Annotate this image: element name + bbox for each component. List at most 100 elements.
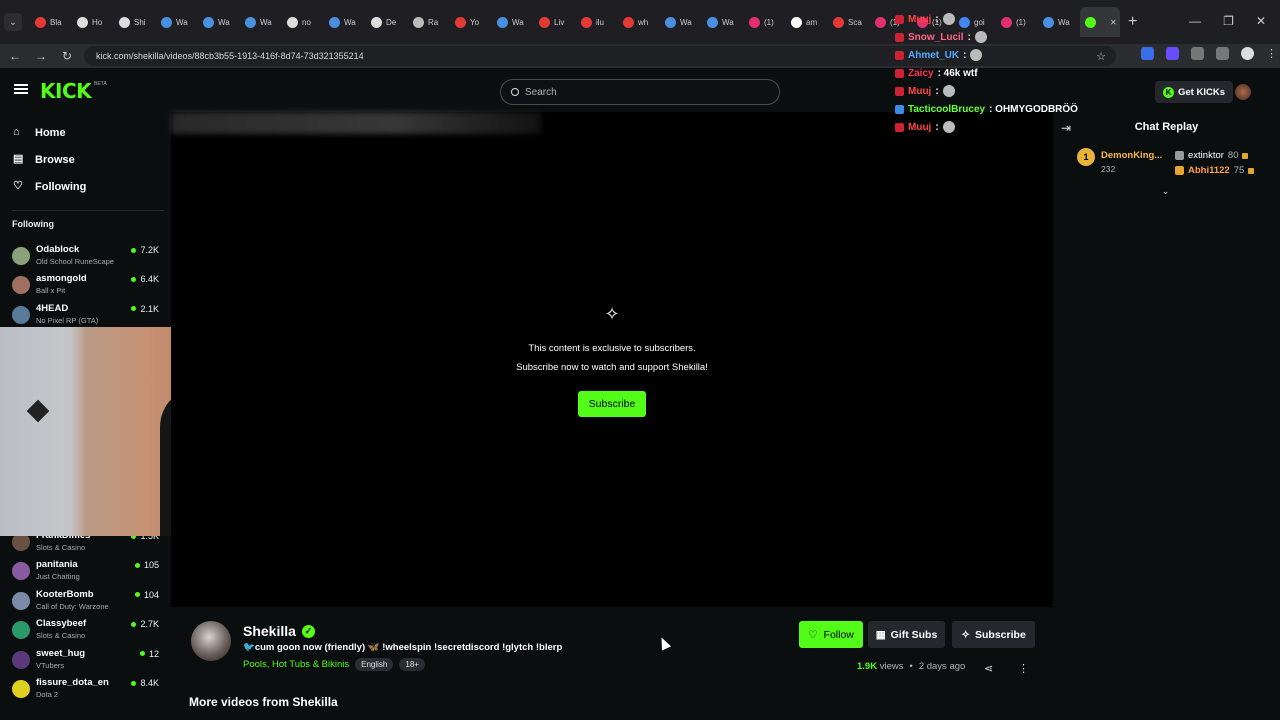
tab-label: Yo (470, 17, 480, 27)
nav-browse[interactable]: ▤ Browse (0, 146, 170, 173)
following-channel[interactable]: panitania Just Chatting 105 (0, 557, 170, 586)
close-window-button[interactable]: ✕ (1256, 14, 1266, 28)
extension-shield-icon[interactable] (1166, 47, 1179, 60)
subscribe-button[interactable]: ✧ Subscribe (952, 621, 1035, 648)
leaderboard-top-value: 232 (1101, 164, 1116, 174)
browser-tab[interactable]: wh (618, 7, 660, 37)
channel-name: Odablock (36, 244, 80, 255)
forward-icon[interactable]: → (30, 49, 52, 63)
extensions-puzzle-icon[interactable] (1191, 47, 1204, 60)
browser-tab[interactable]: (1) (744, 7, 786, 37)
kicks-coin-icon: K (1163, 86, 1174, 98)
kick-logo[interactable]: KICK (40, 79, 92, 103)
video-player[interactable]: ✧ This content is exclusive to subscribe… (171, 112, 1053, 607)
following-channel[interactable]: KooterBomb Call of Duty: Warzone 104 (0, 587, 170, 616)
follow-button[interactable]: ♡ Follow (799, 621, 863, 648)
nav-home[interactable]: ⌂ Home (0, 119, 170, 146)
hamburger-menu-icon[interactable] (14, 84, 28, 94)
following-channel[interactable]: asmongold Ball x Pit 6.4K (0, 271, 170, 300)
tab-favicon-icon (119, 16, 130, 28)
tab-favicon-icon (707, 16, 718, 28)
sparkle-icon: ✧ (961, 628, 971, 641)
browser-tab[interactable]: no (282, 7, 324, 37)
exclusive-message-line2: Subscribe now to watch and support Sheki… (516, 362, 708, 373)
viewer-count: 8.4K (131, 678, 159, 688)
tab-favicon-icon (581, 16, 592, 28)
webcam-shade (0, 327, 80, 536)
following-channel[interactable]: sweet_hug VTubers 12 (0, 646, 170, 675)
chat-badge-icon (895, 50, 904, 60)
extension-icon[interactable] (1141, 47, 1154, 60)
browser-tab[interactable]: Shi (114, 7, 156, 37)
tab-label: (1) (764, 17, 774, 27)
reload-icon[interactable]: ↻ (56, 49, 78, 63)
channel-category: Call of Duty: Warzone (36, 601, 109, 611)
browser-tab[interactable]: ilu (576, 7, 618, 37)
tab-favicon-icon (623, 16, 634, 28)
tab-favicon-icon (791, 16, 802, 28)
nav-following[interactable]: ♡ Following (0, 173, 170, 200)
browser-tab[interactable]: Ra (408, 7, 450, 37)
restore-button[interactable]: ❐ (1223, 14, 1234, 28)
chat-badge-icon (895, 32, 904, 42)
channel-name[interactable]: Shekilla (243, 623, 296, 639)
browser-tab[interactable]: Wa (702, 7, 744, 37)
back-icon[interactable]: ← (4, 49, 26, 63)
leaderboard-entry[interactable]: extinktor 80 (1175, 150, 1249, 161)
follow-label: Follow (823, 628, 854, 641)
leaderboard-entry[interactable]: Abhi1122 75 (1175, 165, 1255, 176)
following-channel[interactable]: Odablock Old School RuneScape 7.2K (0, 242, 170, 271)
chat-text: : OHMYGODBRÖÖ (989, 103, 1078, 115)
channel-avatar (12, 680, 30, 698)
browser-tab[interactable]: Sca (828, 7, 870, 37)
following-channel[interactable]: Classybeef Slots & Casino 2.7K (0, 616, 170, 645)
channel-category: Just Chatting (36, 572, 80, 582)
following-channel[interactable]: fissure_dota_en Dota 2 8.4K (0, 675, 170, 704)
url-text[interactable]: kick.com/shekilla/videos/88cb3b55-1913-4… (96, 51, 364, 61)
player-subscribe-button[interactable]: Subscribe (578, 391, 646, 417)
get-kicks-button[interactable]: K Get KICKs (1155, 81, 1233, 103)
browser-tab[interactable]: Wa (492, 7, 534, 37)
chat-badge-icon (895, 14, 904, 24)
browser-menu-icon[interactable]: ⋮ (1266, 47, 1277, 60)
browser-tab[interactable]: Wa (198, 7, 240, 37)
tab-label: no (302, 17, 311, 27)
browser-tab[interactable]: Wa (660, 7, 702, 37)
tab-label: Shi (134, 17, 146, 27)
tab-search-dropdown[interactable]: ⌄ (4, 13, 22, 31)
tag-language[interactable]: English (355, 658, 394, 671)
reading-list-icon[interactable] (1216, 47, 1229, 60)
tag-age[interactable]: 18+ (399, 658, 425, 671)
gift-icon: ▦ (875, 628, 886, 641)
browser-tab[interactable]: am (786, 7, 828, 37)
user-avatar[interactable] (1235, 84, 1251, 100)
browser-tab[interactable]: Wa (156, 7, 198, 37)
leaderboard-top-name[interactable]: DemonKing... (1101, 150, 1165, 161)
search-input[interactable]: Search (500, 79, 780, 105)
browser-tab[interactable]: De (366, 7, 408, 37)
minimize-button[interactable]: — (1189, 14, 1201, 28)
browser-tab[interactable]: Ho (72, 7, 114, 37)
browser-tab[interactable]: Bla (30, 7, 72, 37)
channel-name: sweet_hug (36, 647, 86, 659)
browser-tab[interactable]: Wa (324, 7, 366, 37)
gift-subs-button[interactable]: ▦ Gift Subs (868, 621, 945, 648)
nav-browse-label: Browse (35, 153, 75, 166)
channel-avatar[interactable] (191, 621, 231, 661)
home-icon: ⌂ (13, 126, 20, 138)
expand-leaderboard-icon[interactable]: ⌄ (1161, 186, 1170, 196)
kicks-coin-icon (1248, 167, 1255, 174)
browser-tab[interactable]: Liv (534, 7, 576, 37)
share-icon[interactable]: ⋖ (984, 662, 993, 675)
following-channel[interactable]: 4HEAD No Pixel RP (GTA) 2.1K (0, 301, 170, 330)
category-link[interactable]: Pools, Hot Tubs & Bikinis (243, 659, 349, 670)
channel-name: KooterBomb (36, 588, 94, 600)
browser-tab[interactable]: Yo (450, 7, 492, 37)
channel-name: asmongold (36, 273, 87, 285)
more-options-icon[interactable]: ⋮ (1018, 662, 1029, 675)
tab-favicon-icon (77, 16, 88, 28)
profile-avatar[interactable] (1241, 47, 1254, 60)
channel-name: fissure_dota_en (36, 677, 109, 688)
chat-username: Muuj (908, 85, 932, 97)
browser-tab[interactable]: Wa (240, 7, 282, 37)
